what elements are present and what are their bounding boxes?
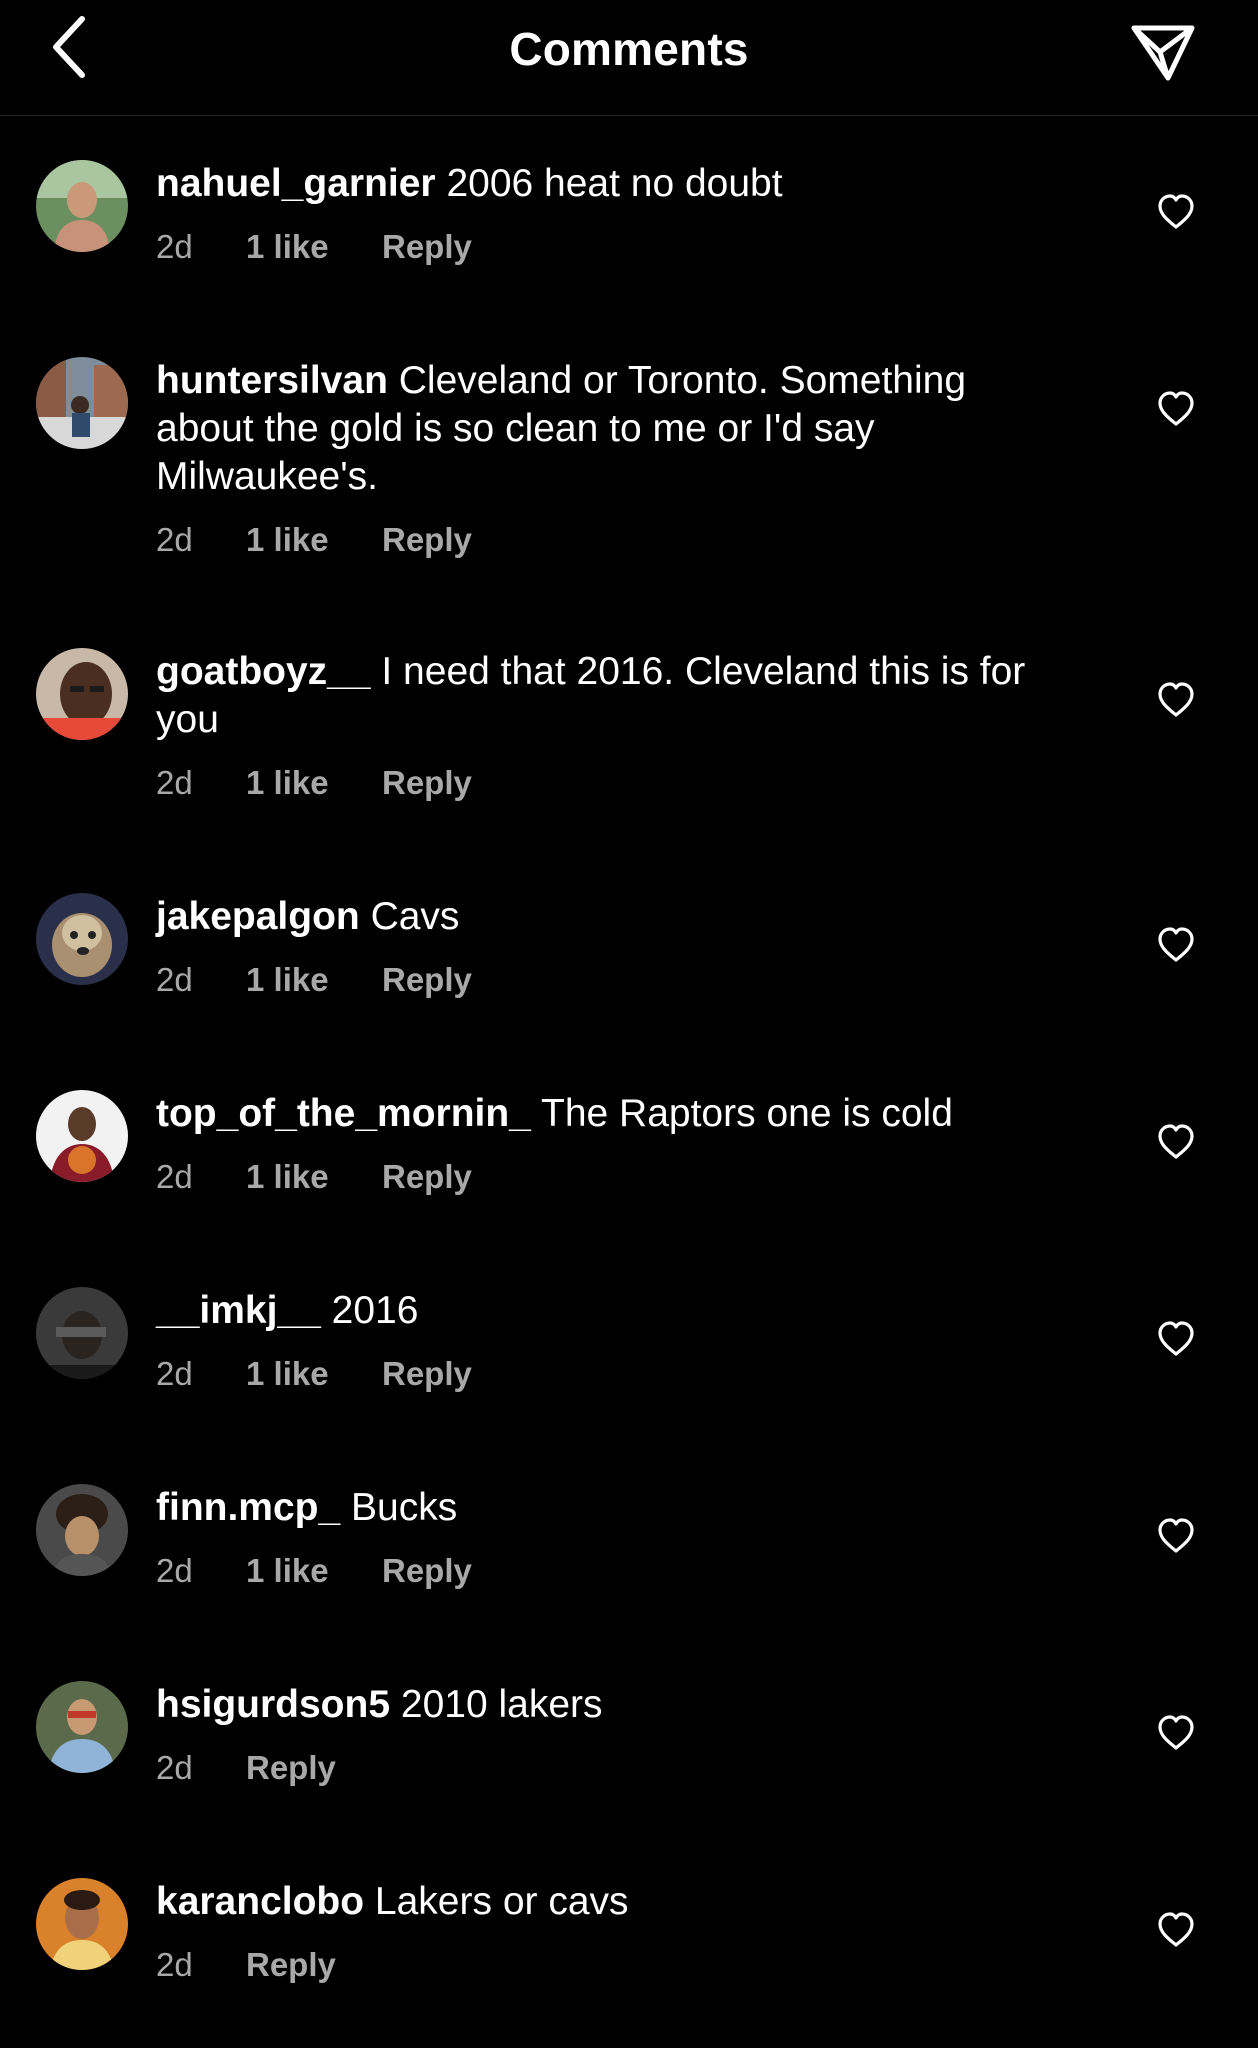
header-bar: Comments (0, 0, 1258, 116)
page-title: Comments (509, 23, 749, 75)
comment-time: 2d (156, 1355, 193, 1392)
comment-body: goatboyz__ I need that 2016. Cleveland t… (156, 648, 1056, 802)
paper-plane-icon (1131, 25, 1195, 81)
comment-username[interactable]: karanclobo (156, 1880, 364, 1923)
comment-message: 2010 lakers (400, 1683, 603, 1726)
comment-body: __imkj__ 2016 2d 1 like Reply (156, 1287, 1056, 1393)
heart-icon[interactable] (1156, 1516, 1196, 1556)
comment-time: 2d (156, 1158, 193, 1195)
comment-body: karanclobo Lakers or cavs 2d Reply (156, 1878, 1056, 1984)
comment-username[interactable]: finn.mcp_ (156, 1486, 340, 1529)
comment-message: 2016 (331, 1289, 419, 1332)
comment-username[interactable]: huntersilvan (156, 359, 388, 402)
comment-message: Lakers or cavs (374, 1880, 629, 1923)
reply-button[interactable]: Reply (246, 1749, 336, 1787)
comment-time: 2d (156, 521, 193, 558)
avatar[interactable] (36, 893, 128, 985)
avatar[interactable] (36, 1090, 128, 1182)
comment-meta: 2d 1 like Reply (156, 764, 1056, 802)
comment-meta: 2d 1 like Reply (156, 961, 1056, 999)
reply-button[interactable]: Reply (382, 961, 472, 999)
comment-likes[interactable]: 1 like (246, 228, 382, 266)
comment-time: 2d (156, 764, 193, 801)
comment-meta: 2d 1 like Reply (156, 1158, 1056, 1196)
comment-meta: 2d 1 like Reply (156, 228, 1056, 266)
comment-likes[interactable]: 1 like (246, 1355, 382, 1393)
comment-username[interactable]: top_of_the_mornin_ (156, 1092, 531, 1135)
comment-meta: 2d Reply (156, 1946, 1056, 1984)
comment-message: Bucks (351, 1486, 458, 1529)
comment-text: goatboyz__ I need that 2016. Cleveland t… (156, 648, 1056, 744)
comment-time: 2d (156, 228, 193, 265)
comment-time: 2d (156, 1946, 193, 1983)
comment-text: nahuel_garnier 2006 heat no doubt (156, 160, 1056, 208)
comment-text: jakepalgon Cavs (156, 893, 1056, 941)
comment-body: hsigurdson5 2010 lakers 2d Reply (156, 1681, 1056, 1787)
avatar[interactable] (36, 648, 128, 740)
comment-body: nahuel_garnier 2006 heat no doubt 2d 1 l… (156, 160, 1056, 266)
comment-text: karanclobo Lakers or cavs (156, 1878, 1056, 1926)
comment-meta: 2d 1 like Reply (156, 1355, 1056, 1393)
comment-meta: 2d 1 like Reply (156, 521, 1056, 559)
comment-body: huntersilvan Cleveland or Toronto. Somet… (156, 357, 1056, 559)
reply-button[interactable]: Reply (246, 1946, 336, 1984)
comment-message: 2006 heat no doubt (446, 162, 783, 205)
reply-button[interactable]: Reply (382, 1355, 472, 1393)
avatar[interactable] (36, 1287, 128, 1379)
comment-text: top_of_the_mornin_ The Raptors one is co… (156, 1090, 1056, 1138)
comment-time: 2d (156, 1749, 193, 1786)
comment-meta: 2d 1 like Reply (156, 1552, 1056, 1590)
comment-likes[interactable]: 1 like (246, 764, 382, 802)
comment-username[interactable]: nahuel_garnier (156, 162, 436, 205)
avatar[interactable] (36, 1878, 128, 1970)
avatar[interactable] (36, 1484, 128, 1576)
reply-button[interactable]: Reply (382, 228, 472, 266)
comment-message: Cavs (370, 895, 460, 938)
reply-button[interactable]: Reply (382, 521, 472, 559)
comment-likes[interactable]: 1 like (246, 961, 382, 999)
heart-icon[interactable] (1156, 192, 1196, 232)
comment-text: huntersilvan Cleveland or Toronto. Somet… (156, 357, 1056, 501)
share-button[interactable] (1123, 14, 1203, 90)
heart-icon[interactable] (1156, 680, 1196, 720)
comment-username[interactable]: hsigurdson5 (156, 1683, 390, 1726)
reply-button[interactable]: Reply (382, 1552, 472, 1590)
comment-meta: 2d Reply (156, 1749, 1056, 1787)
comment-text: finn.mcp_ Bucks (156, 1484, 1056, 1532)
comment-body: jakepalgon Cavs 2d 1 like Reply (156, 893, 1056, 999)
heart-icon[interactable] (1156, 389, 1196, 429)
comment-likes[interactable]: 1 like (246, 521, 382, 559)
reply-button[interactable]: Reply (382, 764, 472, 802)
comment-username[interactable]: goatboyz__ (156, 650, 371, 693)
comment-likes[interactable]: 1 like (246, 1552, 382, 1590)
comment-message: The Raptors one is cold (541, 1092, 953, 1135)
comment-time: 2d (156, 1552, 193, 1589)
heart-icon[interactable] (1156, 1910, 1196, 1950)
heart-icon[interactable] (1156, 1122, 1196, 1162)
avatar[interactable] (36, 357, 128, 449)
avatar[interactable] (36, 1681, 128, 1773)
comment-body: top_of_the_mornin_ The Raptors one is co… (156, 1090, 1056, 1196)
comment-likes[interactable]: 1 like (246, 1158, 382, 1196)
comment-username[interactable]: __imkj__ (156, 1289, 321, 1332)
comment-time: 2d (156, 961, 193, 998)
heart-icon[interactable] (1156, 1713, 1196, 1753)
comment-text: __imkj__ 2016 (156, 1287, 1056, 1335)
comment-text: hsigurdson5 2010 lakers (156, 1681, 1056, 1729)
heart-icon[interactable] (1156, 925, 1196, 965)
reply-button[interactable]: Reply (382, 1158, 472, 1196)
comment-username[interactable]: jakepalgon (156, 895, 360, 938)
avatar[interactable] (36, 160, 128, 252)
comment-body: finn.mcp_ Bucks 2d 1 like Reply (156, 1484, 1056, 1590)
heart-icon[interactable] (1156, 1319, 1196, 1359)
